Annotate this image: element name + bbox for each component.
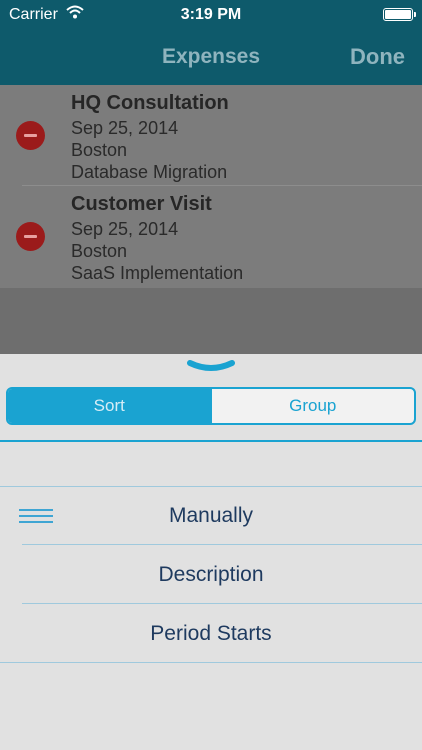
battery-icon: [383, 8, 416, 21]
sort-option-manually[interactable]: Manually: [0, 504, 422, 528]
expense-title: Customer Visit: [71, 193, 212, 215]
sort-group-segmented-control: Sort Group: [6, 387, 416, 425]
status-bar: Carrier 3:19 PM: [0, 0, 422, 30]
status-time: 3:19 PM: [180, 6, 242, 23]
options-top-divider: [0, 486, 422, 487]
navigation-bar: Expenses Done: [0, 30, 422, 85]
expense-date: Sep 25, 2014: [71, 118, 179, 138]
expense-location: Boston: [71, 241, 128, 261]
tab-sort[interactable]: Sort: [8, 389, 211, 423]
dim-overlay[interactable]: [0, 288, 422, 354]
expense-project: Database Migration: [71, 162, 228, 182]
expense-list: HQ Consultation Sep 25, 2014 Boston Data…: [0, 85, 422, 288]
sort-option-period-starts[interactable]: Period Starts: [0, 622, 422, 646]
tab-group[interactable]: Group: [210, 389, 415, 423]
expense-date: Sep 25, 2014: [71, 219, 179, 239]
expense-row[interactable]: HQ Consultation Sep 25, 2014 Boston Data…: [0, 85, 422, 186]
option-divider: [22, 544, 422, 545]
sheet-header-divider: [0, 440, 422, 442]
expense-row[interactable]: Customer Visit Sep 25, 2014 Boston SaaS …: [0, 186, 422, 287]
delete-icon[interactable]: [16, 222, 45, 251]
expense-title: HQ Consultation: [71, 92, 229, 114]
options-bottom-divider: [0, 662, 422, 663]
chevron-down-icon[interactable]: [187, 360, 235, 376]
done-button[interactable]: Done: [350, 44, 405, 70]
delete-icon[interactable]: [16, 121, 45, 150]
expense-location: Boston: [71, 140, 128, 160]
option-divider: [22, 603, 422, 604]
sort-option-description[interactable]: Description: [0, 563, 422, 587]
expense-project: SaaS Implementation: [71, 263, 244, 283]
